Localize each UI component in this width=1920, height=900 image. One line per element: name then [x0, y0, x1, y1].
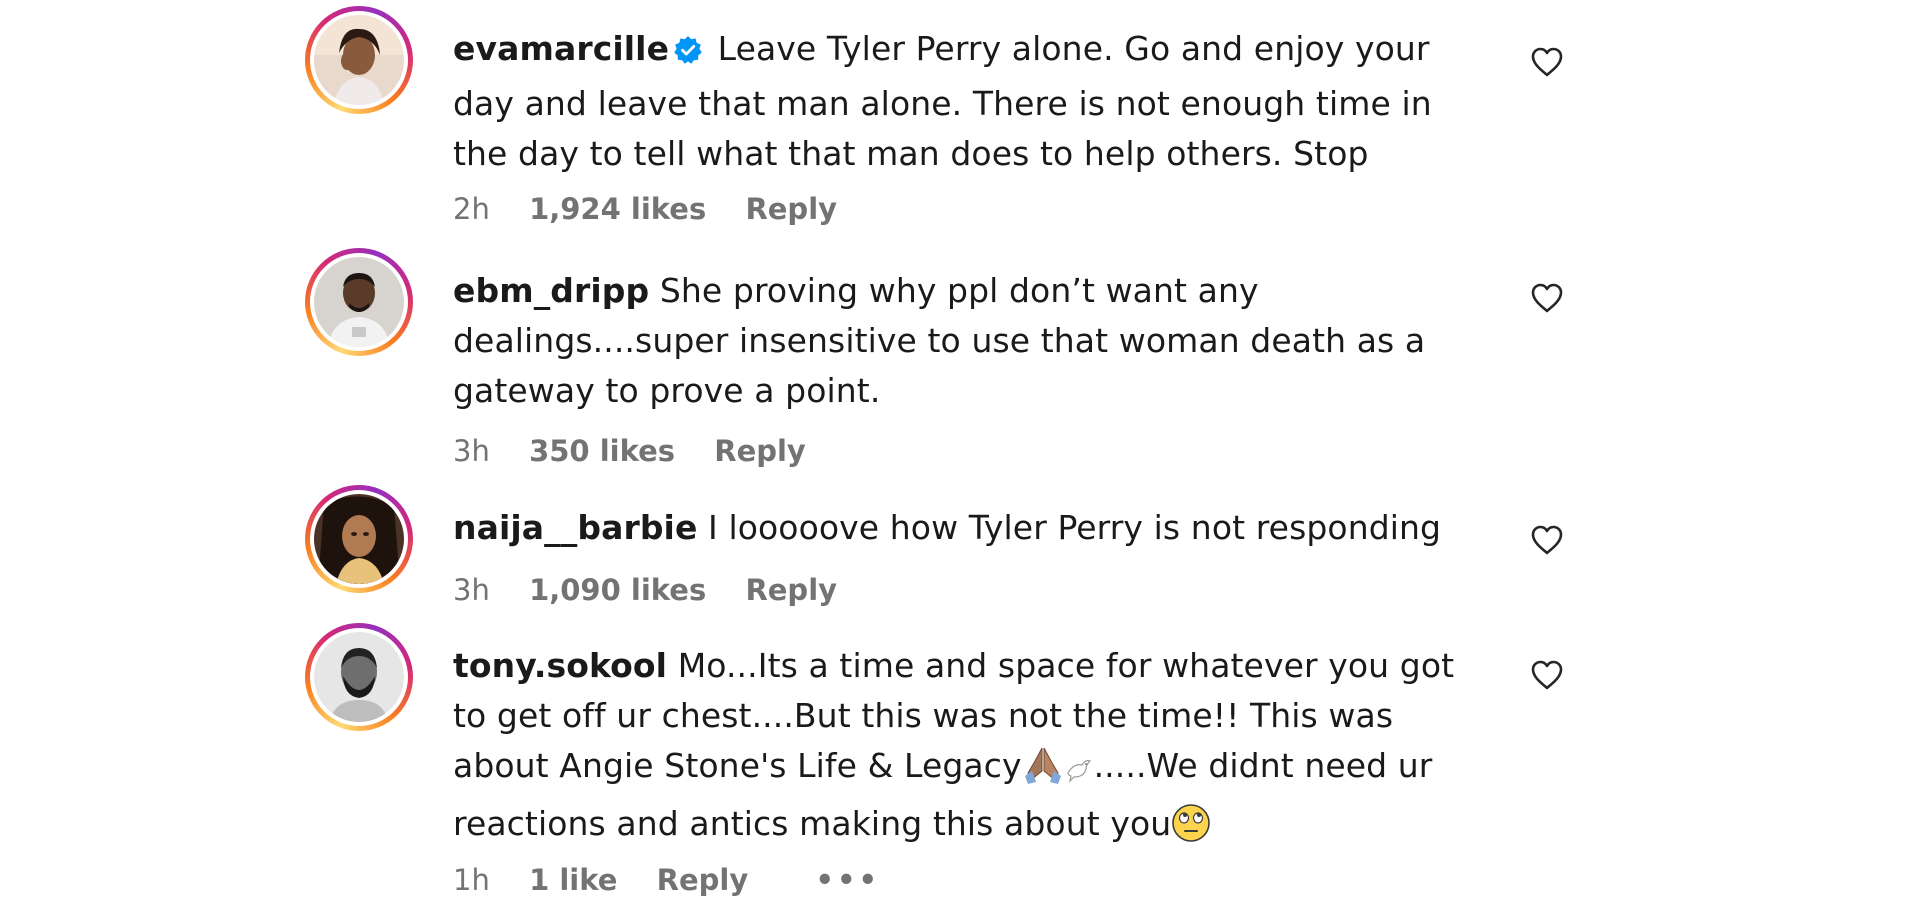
story-ring[interactable]	[305, 248, 413, 356]
username[interactable]: tony.sokool	[453, 646, 667, 685]
comment-meta: 3h 1,090 likes Reply	[453, 573, 867, 607]
heart-outline-icon[interactable]	[1530, 659, 1564, 691]
avatar[interactable]	[314, 15, 404, 105]
comment-text: tony.sokool Mo...Its a time and space fo…	[453, 641, 1493, 857]
story-ring[interactable]	[305, 6, 413, 114]
comment-text: naija__barbie I looooove how Tyler Perry…	[453, 503, 1493, 553]
reply-button[interactable]: Reply	[657, 863, 749, 897]
likes-count[interactable]: 1,090 likes	[529, 573, 706, 607]
folded-hands-icon	[1022, 743, 1064, 799]
likes-count[interactable]: 1 like	[529, 863, 617, 897]
timestamp: 1h	[453, 863, 490, 897]
heart-outline-icon[interactable]	[1530, 282, 1564, 314]
likes-count[interactable]: 350 likes	[529, 434, 675, 468]
heart-outline-icon[interactable]	[1530, 46, 1564, 78]
verified-badge-icon	[673, 29, 703, 79]
comment-body: I looooove how Tyler Perry is not respon…	[708, 508, 1442, 547]
likes-count[interactable]: 1,924 likes	[529, 192, 706, 226]
username[interactable]: ebm_dripp	[453, 271, 649, 310]
story-ring[interactable]	[305, 623, 413, 731]
comment-text: ebm_dripp She proving why ppl don’t want…	[453, 266, 1493, 416]
reply-button[interactable]: Reply	[745, 573, 837, 607]
avatar[interactable]	[314, 494, 404, 584]
comment-meta: 1h 1 like Reply •••	[453, 863, 910, 897]
heart-outline-icon[interactable]	[1530, 524, 1564, 556]
timestamp: 3h	[453, 434, 490, 468]
face-with-rolling-eyes-icon	[1171, 803, 1211, 857]
dove-icon	[1064, 749, 1094, 799]
username[interactable]: evamarcille	[453, 29, 669, 68]
comment-text: evamarcille Leave Tyler Perry alone. Go …	[453, 24, 1493, 179]
timestamp: 2h	[453, 192, 490, 226]
comment-meta: 2h 1,924 likes Reply	[453, 192, 867, 226]
reply-button[interactable]: Reply	[745, 192, 837, 226]
avatar[interactable]	[314, 257, 404, 347]
avatar[interactable]	[314, 632, 404, 722]
story-ring[interactable]	[305, 485, 413, 593]
more-options-icon[interactable]: •••	[815, 863, 880, 897]
reply-button[interactable]: Reply	[714, 434, 806, 468]
comment-meta: 3h 350 likes Reply	[453, 434, 836, 468]
timestamp: 3h	[453, 573, 490, 607]
username[interactable]: naija__barbie	[453, 508, 697, 547]
